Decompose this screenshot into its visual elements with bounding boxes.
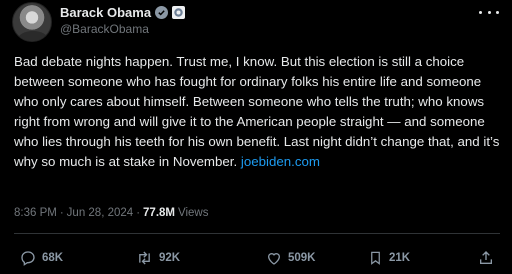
repost-icon bbox=[139, 251, 150, 265]
tweet-body: Bad debate nights happen. Trust me, I kn… bbox=[14, 54, 500, 169]
bookmark-button[interactable]: 21K bbox=[368, 250, 410, 266]
meta-separator-2: · bbox=[136, 207, 141, 219]
avatar-shoulders bbox=[18, 31, 48, 41]
action-bar: 68K 92K 509K 21K bbox=[14, 250, 500, 270]
views-label: Views bbox=[178, 207, 209, 219]
bookmark-icon bbox=[371, 251, 380, 265]
reply-button[interactable]: 68K bbox=[20, 250, 63, 266]
repost-button[interactable]: 92K bbox=[136, 250, 180, 266]
divider bbox=[14, 233, 500, 234]
views-count[interactable]: 77.8M bbox=[143, 207, 175, 219]
tweet-link[interactable]: joebiden.com bbox=[241, 154, 320, 169]
tweet-meta: 8:36 PM · Jun 28, 2024 · 77.8M Views bbox=[14, 207, 208, 219]
reply-icon bbox=[21, 251, 35, 266]
meta-separator: · bbox=[59, 207, 64, 219]
tweet-time[interactable]: 8:36 PM bbox=[14, 207, 57, 219]
author-row: Barack Obama bbox=[60, 4, 186, 20]
repost-count: 92K bbox=[159, 252, 181, 264]
share-button[interactable] bbox=[478, 250, 494, 266]
more-icon[interactable] bbox=[479, 5, 499, 19]
author-handle[interactable]: @BarackObama bbox=[60, 22, 149, 36]
verified-badge-icon[interactable] bbox=[155, 5, 169, 19]
avatar[interactable] bbox=[12, 2, 52, 42]
like-icon bbox=[267, 253, 281, 265]
bookmark-count: 21K bbox=[389, 252, 411, 264]
government-badge-icon[interactable] bbox=[172, 5, 186, 19]
tweet-date[interactable]: Jun 28, 2024 bbox=[67, 207, 134, 219]
reply-count: 68K bbox=[42, 252, 64, 264]
like-count: 509K bbox=[288, 252, 316, 264]
like-button[interactable]: 509K bbox=[266, 250, 316, 266]
author-name[interactable]: Barack Obama bbox=[60, 5, 151, 20]
tweet-text: Bad debate nights happen. Trust me, I kn… bbox=[14, 52, 500, 172]
share-icon bbox=[480, 251, 492, 264]
